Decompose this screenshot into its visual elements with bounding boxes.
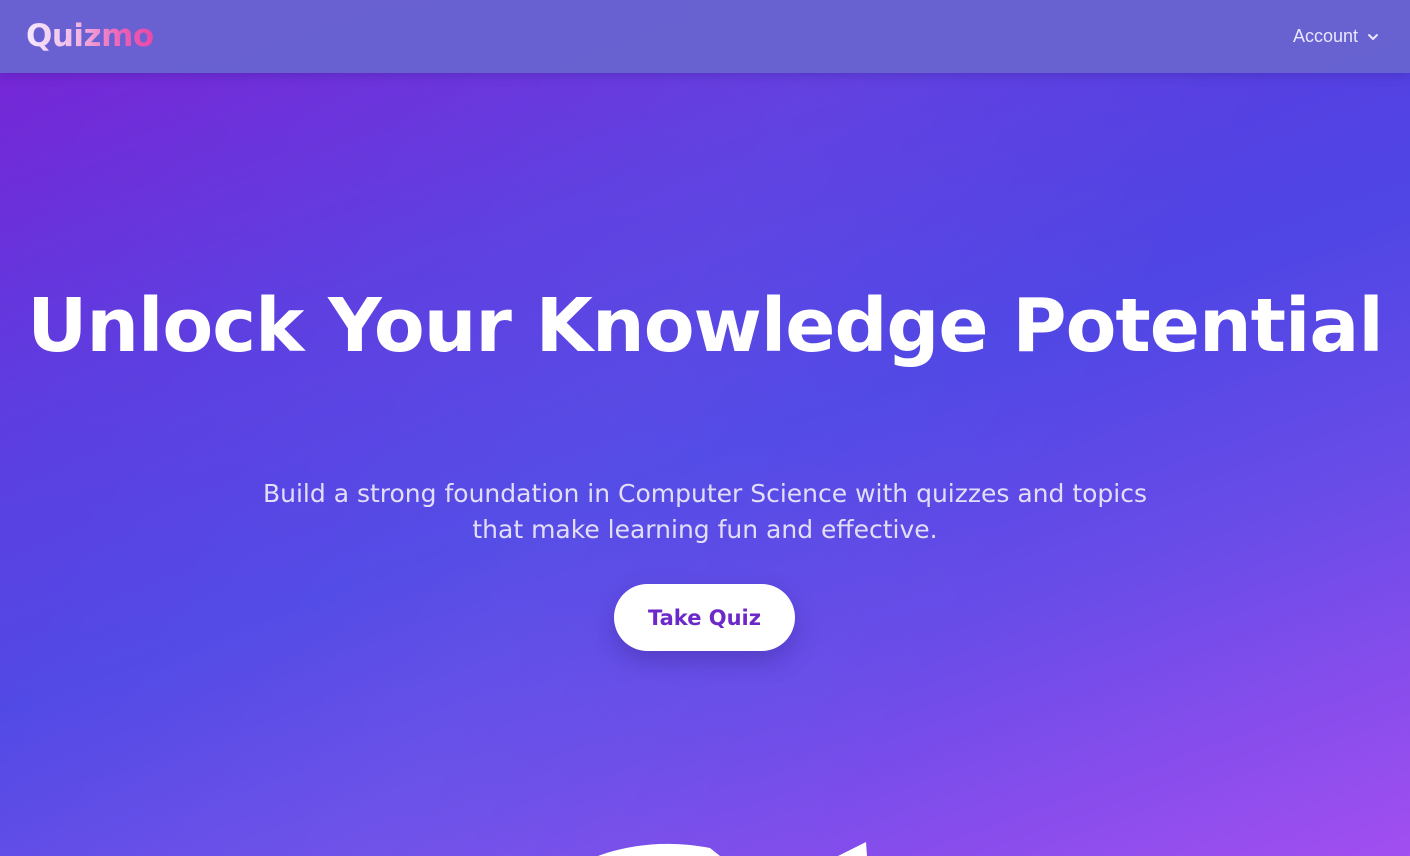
take-quiz-button[interactable]: Take Quiz (614, 584, 795, 651)
hero-subtitle: Build a strong foundation in Computer Sc… (262, 479, 1148, 544)
hero-illustration-peek (598, 842, 867, 856)
account-label: Account (1292, 26, 1358, 46)
brand-logo[interactable]: Quizmo (26, 21, 154, 52)
top-navbar: Quizmo Account (0, 0, 1410, 73)
account-menu[interactable]: Account (1293, 26, 1380, 47)
chevron-down-icon (1368, 33, 1378, 40)
background-sheen (0, 0, 1410, 856)
hero-title: Unlock Your Knowledge Potential (27, 283, 1383, 369)
